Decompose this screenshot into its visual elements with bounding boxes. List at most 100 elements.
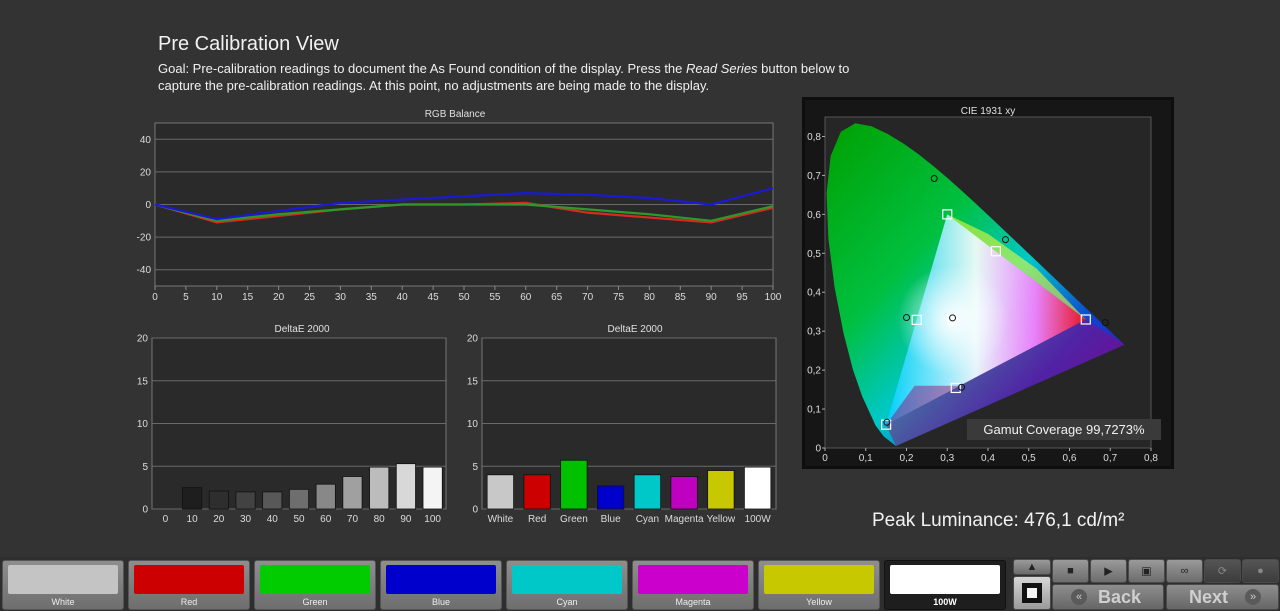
swatch-cyan[interactable]: Cyan <box>506 560 628 610</box>
swatch-color <box>890 565 1000 594</box>
swatch-label: 100W <box>933 597 957 607</box>
chevron-up-icon: ▲ <box>1026 561 1038 573</box>
y-tick-label: 0,5 <box>807 249 821 260</box>
next-button[interactable]: Next » <box>1166 584 1279 610</box>
swatch-100w[interactable]: 100W <box>884 560 1006 610</box>
bar-70 <box>342 476 363 510</box>
swatch-label: White <box>51 597 75 607</box>
y-tick-label: 0,4 <box>807 288 821 299</box>
y-tick-label: 5 <box>472 462 478 473</box>
x-tick-label: 100 <box>765 292 782 303</box>
swatch-color <box>8 565 118 594</box>
bar-white <box>486 474 515 510</box>
x-tick-label: 80 <box>374 514 386 525</box>
y-tick-label: 10 <box>137 419 149 430</box>
swatch-blue[interactable]: Blue <box>380 560 502 610</box>
pattern-up-button[interactable]: ▲ <box>1013 559 1051 575</box>
refresh-button[interactable]: ⟳ <box>1204 559 1241 583</box>
x-tick-label: Cyan <box>636 514 659 525</box>
y-tick-label: 0,1 <box>807 405 821 416</box>
y-tick-label: -20 <box>137 233 152 244</box>
y-tick-label: 0,3 <box>807 327 821 338</box>
x-tick-label: Magenta <box>665 514 704 525</box>
swatch-label: Cyan <box>556 597 578 607</box>
play-icon: ▶ <box>1104 565 1113 578</box>
pattern-window-button[interactable] <box>1013 576 1051 610</box>
x-tick-label: 10 <box>211 292 223 303</box>
back-label: Back <box>1098 587 1142 607</box>
y-tick-label: 0,7 <box>807 171 821 182</box>
x-tick-label: 45 <box>428 292 440 303</box>
x-tick-label: 10 <box>187 514 199 525</box>
rgb-balance-chart: RGB Balance 40 20 0 -20 -40 0 5 10 15 20 25 30 35 40 4… <box>125 108 785 303</box>
x-tick-label: 5 <box>183 292 189 303</box>
x-tick-label: 40 <box>397 292 409 303</box>
x-tick-label: 100W <box>745 514 772 525</box>
y-tick-label: 10 <box>467 419 479 430</box>
y-tick-label: 0 <box>142 505 148 516</box>
x-tick-label: 35 <box>366 292 378 303</box>
swatch-green[interactable]: Green <box>254 560 376 610</box>
x-tick-label: 20 <box>273 292 285 303</box>
gamut-coverage-label: Gamut Coverage 99,7273% <box>967 419 1161 440</box>
cie-chart: CIE 1931 xy 0 0,1 0,2 0,3 0,4 0,5 0,6 0,7 0,8 0,8… <box>802 97 1174 469</box>
swatch-red[interactable]: Red <box>128 560 250 610</box>
x-tick-label: 95 <box>737 292 749 303</box>
cie-plot: 0 0,1 0,2 0,3 0,4 0,5 0,6 0,7 0,8 0,8 0,7 0,6 0,5 0,4… <box>807 116 1158 464</box>
swatch-label: Blue <box>431 597 450 607</box>
x-tick-label: 60 <box>520 292 532 303</box>
goal-emphasis: Read Series <box>686 61 758 76</box>
x-tick-label: 0,3 <box>940 453 954 464</box>
read-series-button[interactable]: ▣ <box>1128 559 1165 583</box>
swatch-label: Yellow <box>806 597 832 607</box>
x-tick-label: 60 <box>320 514 332 525</box>
window-pattern-icon <box>1022 583 1042 603</box>
bar-green <box>560 459 588 510</box>
y-tick-label: 0,6 <box>807 210 821 221</box>
swatch-color <box>512 565 622 594</box>
x-tick-label: 100 <box>424 514 441 525</box>
x-tick-label: 85 <box>675 292 687 303</box>
x-tick-label: 30 <box>335 292 347 303</box>
y-tick-label: -40 <box>137 265 152 276</box>
x-tick-label: 90 <box>400 514 412 525</box>
y-tick-label: 0 <box>472 505 478 516</box>
x-tick-label: 0,4 <box>981 453 995 464</box>
bar-cyan <box>633 474 662 510</box>
x-tick-label: 0,6 <box>1063 453 1077 464</box>
x-tick-label: 80 <box>644 292 656 303</box>
bar-20 <box>208 490 229 510</box>
swatch-white[interactable]: White <box>2 560 124 610</box>
deltae-grayscale-plot: 201510500 10 20 30 40 50 60 70 80 90 100 <box>137 334 447 525</box>
continuous-read-button[interactable]: ∞ <box>1166 559 1203 583</box>
x-tick-label: 70 <box>347 514 359 525</box>
y-tick-label: 15 <box>467 376 479 387</box>
x-tick-label: 0 <box>152 292 158 303</box>
options-button[interactable]: ● <box>1242 559 1279 583</box>
circle-icon: ● <box>1257 565 1264 577</box>
back-chevron-icon: « <box>1071 589 1087 605</box>
peak-luminance: Peak Luminance: 476,1 cd/m² <box>872 510 1125 531</box>
y-tick-label: 5 <box>142 462 148 473</box>
y-tick-label: 20 <box>137 334 149 345</box>
back-button[interactable]: « Back <box>1052 584 1164 610</box>
goal-text: Goal: Pre-calibration readings to docume… <box>158 60 858 94</box>
swatch-magenta[interactable]: Magenta <box>632 560 754 610</box>
swatch-yellow[interactable]: Yellow <box>758 560 880 610</box>
bar-40 <box>262 491 283 510</box>
stop-button[interactable]: ■ <box>1052 559 1089 583</box>
bar-100w <box>743 466 772 510</box>
y-tick-label: 20 <box>140 167 152 178</box>
x-tick-label: 75 <box>613 292 625 303</box>
swatch-color <box>260 565 370 594</box>
bar-10 <box>182 487 203 510</box>
x-tick-label: 15 <box>242 292 254 303</box>
play-button[interactable]: ▶ <box>1090 559 1127 583</box>
y-tick-label: 0,2 <box>807 366 821 377</box>
bar-red <box>523 474 551 510</box>
bar-100 <box>422 466 443 510</box>
x-tick-label: 30 <box>240 514 252 525</box>
x-tick-label: White <box>488 514 514 525</box>
save-icon: ▣ <box>1141 565 1152 578</box>
x-tick-label: Green <box>560 514 588 525</box>
